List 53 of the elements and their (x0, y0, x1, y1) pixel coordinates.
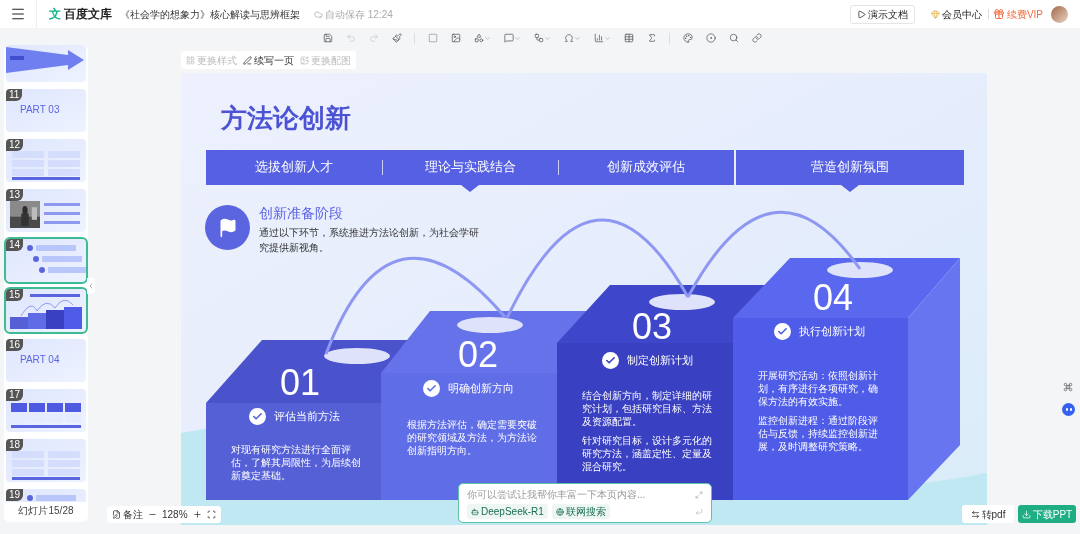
notes-button[interactable]: 备注 (112, 507, 143, 522)
slide-number: 11 (6, 89, 23, 101)
member-center-link[interactable]: 会员中心 (930, 6, 982, 22)
step-number: 01 (280, 365, 320, 401)
slide-title: 方法论创新 (221, 105, 351, 131)
slide-thumbnail[interactable]: PART 03 11 (6, 89, 86, 132)
slide-number: 16 (6, 339, 24, 351)
zoom-percent: 128% (162, 508, 188, 522)
step-number: 04 (813, 280, 853, 316)
step-description: 根据方法评估，确定需要突破的研究领域及方法，为方法论创新指明方向。 (407, 418, 538, 457)
slide-thumbnail[interactable]: 15 (6, 289, 86, 332)
step-label: 制定创新计划 (627, 353, 693, 369)
step-description: 结合创新方向，制定详细的研究计划，包括研究目标、方法及资源配置。 (582, 389, 713, 428)
slide-thumbnail[interactable]: 18 (6, 439, 86, 482)
step-description: 开展研究活动：依照创新计划，有序进行各项研究，确保方法的有效实施。 (758, 369, 879, 408)
slide-thumbnail[interactable]: 17 (6, 389, 86, 432)
part-title: PART 03 (20, 105, 60, 115)
slide-number: 18 (6, 439, 24, 451)
step-description: 监控创新进程：通过阶段评估与反馈，持续监控创新进展，及时调整研究策略。 (758, 414, 879, 453)
slide-thumbnail[interactable]: 13 (6, 189, 86, 232)
section-description: 通过以下环节，系统推进方法论创新，为社会学研究提供新视角。 (259, 226, 480, 255)
step-description: 针对研究目标，设计多元化的研究方法，涵盖定性、定量及混合研究。 (582, 434, 713, 473)
step-label: 明确创新方向 (448, 381, 514, 397)
section-heading: 创新准备阶段 (259, 206, 343, 220)
logo-text: 百度文库 (64, 6, 112, 23)
slide-number: 19 (6, 489, 24, 501)
step-number: 02 (458, 337, 498, 373)
slide-thumbnail[interactable]: 12 (6, 139, 86, 182)
document-title: 《社会学的想象力》核心解读与思辨框架 (120, 7, 300, 22)
slide-number: 12 (6, 139, 24, 151)
ai-option-chip[interactable]: DeepSeek-R1 (467, 504, 548, 519)
slide-number: 14 (6, 239, 24, 251)
slide-number: 15 (6, 289, 24, 301)
part-title: PART 04 (20, 355, 60, 365)
category-tab[interactable]: 营造创新氛围 (736, 150, 964, 185)
slide-number: 17 (6, 389, 24, 401)
slide-action-button[interactable]: 续写一页 (243, 52, 294, 68)
convert-pdf-button[interactable]: 转pdf (962, 505, 1014, 523)
slide-thumbnail[interactable]: 19 (6, 489, 86, 502)
step-label: 执行创新计划 (799, 324, 865, 340)
category-tab[interactable]: 创新成效评估 (558, 150, 734, 185)
slide-thumbnail[interactable]: 14 (6, 239, 86, 282)
category-tab[interactable]: 选拔创新人才 (206, 150, 382, 185)
autosave-status: 自动保存 12:24 (325, 7, 393, 22)
present-button[interactable]: 演示文档 (849, 4, 915, 24)
step-number: 03 (632, 309, 672, 345)
logo-mark: 文 (49, 6, 61, 23)
slide-number: 13 (6, 189, 24, 201)
ai-option-chip[interactable]: 联网搜索 (551, 504, 610, 519)
step-label: 评估当前方法 (274, 409, 340, 425)
category-tab[interactable]: 理论与实践结合 (382, 150, 558, 185)
step-description: 对现有研究方法进行全面评估，了解其局限性，为后续创新奠定基础。 (231, 443, 362, 482)
slide-thumbnail[interactable]: PART 04 16 (6, 339, 86, 382)
